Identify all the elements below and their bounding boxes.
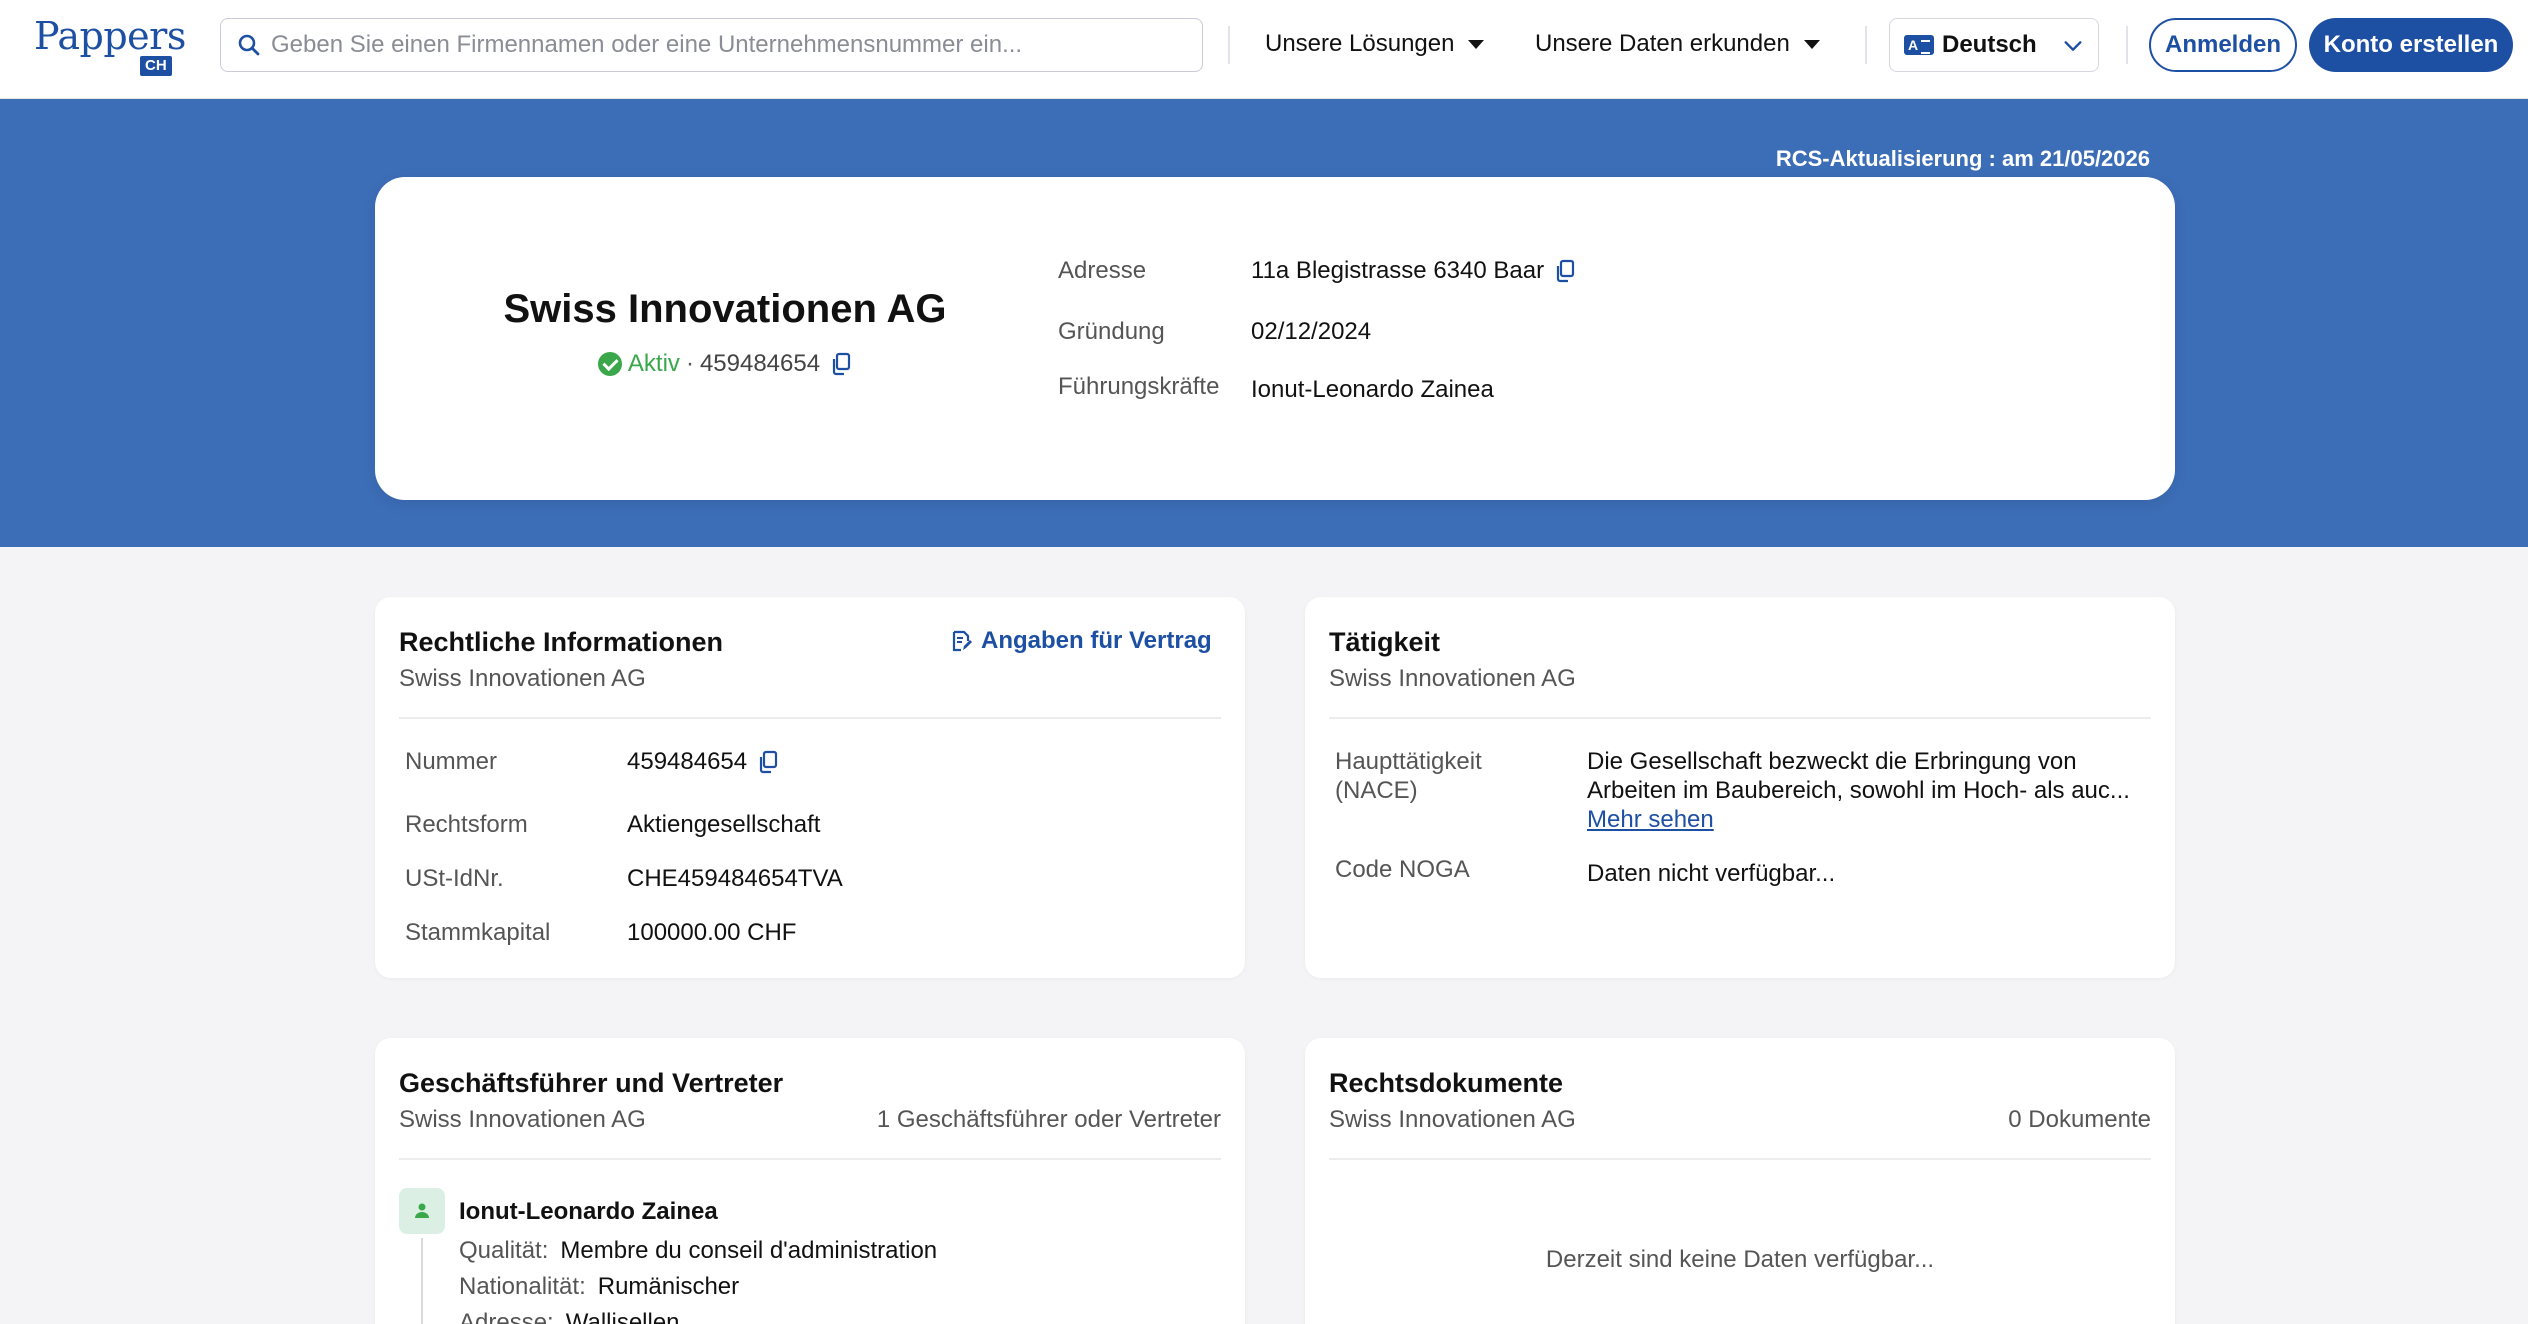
address-value: 11a Blegistrasse 6340 Baar [1251, 257, 1545, 284]
card-subtitle: Swiss Innovationen AG [399, 665, 646, 692]
person-address-row: Adresse: Wallisellen [459, 1309, 680, 1324]
company-name: Swiss Innovationen AG [503, 287, 947, 331]
signup-button[interactable]: Konto erstellen [2309, 18, 2513, 72]
row-label: Adresse: [459, 1309, 554, 1324]
row-value: CHE459484654TVA [627, 865, 843, 892]
documents-card: Rechtsdokumente Swiss Innovationen AG 0 … [1305, 1038, 2175, 1324]
field-value: Ionut-Leonardo Zainea [1251, 376, 1494, 403]
card-subtitle: Swiss Innovationen AG [399, 1106, 646, 1133]
row-value: Wallisellen [565, 1309, 680, 1324]
card-title: Geschäftsführer und Vertreter [399, 1068, 784, 1098]
row-label: Stammkapital [405, 919, 551, 946]
card-subtitle: Swiss Innovationen AG [1329, 665, 1576, 692]
divider [399, 1158, 1221, 1160]
tree-connector [421, 1238, 423, 1324]
chevron-down-icon [2064, 41, 2082, 51]
top-navbar: Pappers CH Unsere Lösungen Unsere Daten … [0, 0, 2528, 99]
contract-details-link[interactable]: Angaben für Vertrag [951, 627, 1212, 655]
language-select[interactable]: Deutsch [1889, 18, 2099, 72]
card-title: Rechtsdokumente [1329, 1068, 1564, 1098]
avatar [399, 1188, 445, 1234]
person-icon [415, 1203, 429, 1218]
row-label: (NACE) [1335, 777, 1418, 804]
language-icon [1904, 35, 1934, 55]
main-activity-label: Haupttätigkeit (NACE) [1335, 747, 1482, 805]
menu-solutions[interactable]: Unsere Lösungen [1265, 24, 1485, 64]
field-label: Adresse [1058, 257, 1147, 284]
main-activity-value: Die Gesellschaft bezweckt die Erbringung… [1587, 747, 2157, 834]
field-value: 11a Blegistrasse 6340 Baar [1251, 257, 1576, 285]
logo-badge: CH [140, 56, 172, 76]
language-label: Deutsch [1942, 31, 2037, 58]
see-more-link[interactable]: Mehr sehen [1587, 805, 2157, 834]
person-nationality-row: Nationalität: Rumänischer [459, 1273, 739, 1301]
empty-state-message: Derzeit sind keine Daten verfügbar... [1545, 1246, 1935, 1273]
menu-explore-data-label: Unsere Daten erkunden [1535, 30, 1790, 57]
check-circle-icon [597, 352, 622, 376]
caret-down-icon [1803, 39, 1820, 49]
row-label: Haupttätigkeit [1335, 748, 1482, 775]
person-quality-row: Qualität: Membre du conseil d'administrat… [459, 1237, 937, 1265]
contract-details-label: Angaben für Vertrag [981, 627, 1212, 654]
copy-icon[interactable] [830, 352, 852, 376]
separator: · [685, 350, 694, 377]
company-summary-card: Swiss Innovationen AG Aktiv · 459484654 … [375, 177, 2175, 500]
row-label: Rechtsform [405, 811, 528, 838]
menu-explore-data[interactable]: Unsere Daten erkunden [1535, 24, 1820, 64]
row-value: Daten nicht verfügbar... [1587, 860, 1836, 887]
card-title: Tätigkeit [1329, 627, 1441, 657]
activity-description: Die Gesellschaft bezweckt die Erbringung… [1587, 748, 2130, 804]
divider [399, 717, 1221, 719]
status-badge: Aktiv [627, 350, 680, 377]
row-label: USt-IdNr. [405, 865, 504, 892]
row-value: 100000.00 CHF [627, 919, 797, 946]
login-button[interactable]: Anmelden [2149, 18, 2297, 72]
menu-solutions-label: Unsere Lösungen [1265, 30, 1455, 57]
caret-down-icon [1468, 39, 1485, 49]
copy-icon[interactable] [1554, 259, 1576, 283]
row-label: Nationalität: [459, 1273, 586, 1300]
activity-card: Tätigkeit Swiss Innovationen AG Haupttät… [1305, 597, 2175, 978]
edit-document-icon [952, 630, 972, 652]
search-input[interactable] [271, 31, 1171, 59]
row-value: Rumänischer [597, 1273, 740, 1300]
documents-count: 0 Dokumente [2008, 1106, 2151, 1133]
rcs-update-date: RCS-Aktualisierung : am 21/05/2026 [1775, 146, 2150, 171]
search-box[interactable] [220, 18, 1203, 72]
card-title: Rechtliche Informationen [399, 627, 724, 657]
managers-count: 1 Geschäftsführer oder Vertreter [876, 1106, 1221, 1133]
company-status-line: Aktiv · 459484654 [475, 350, 975, 378]
copy-icon[interactable] [757, 750, 779, 774]
nav-divider [1228, 26, 1230, 64]
row-value: 459484654 [627, 748, 779, 776]
number-value: 459484654 [627, 748, 748, 775]
row-value: Aktiengesellschaft [627, 811, 821, 838]
card-subtitle: Swiss Innovationen AG [1329, 1106, 1576, 1133]
person-name[interactable]: Ionut-Leonardo Zainea [459, 1198, 718, 1226]
divider [1329, 717, 2151, 719]
divider [1329, 1158, 2151, 1160]
managers-card: Geschäftsführer und Vertreter Swiss Inno… [375, 1038, 1245, 1324]
field-label: Gründung [1058, 318, 1165, 345]
pappers-logo[interactable]: Pappers CH [34, 14, 186, 78]
row-value: Membre du conseil d'administration [560, 1237, 938, 1264]
field-label: Führungskräfte [1058, 373, 1220, 400]
row-label: Nummer [405, 748, 498, 775]
field-value: 02/12/2024 [1251, 318, 1372, 345]
row-label: Qualität: [459, 1237, 549, 1264]
logo-text: Pappers [34, 14, 186, 58]
company-number: 459484654 [699, 350, 821, 377]
nav-divider [2126, 26, 2128, 64]
row-label: Code NOGA [1335, 856, 1470, 883]
nav-divider [1865, 26, 1867, 64]
search-icon [238, 34, 260, 56]
legal-info-card: Rechtliche Informationen Swiss Innovatio… [375, 597, 1245, 978]
